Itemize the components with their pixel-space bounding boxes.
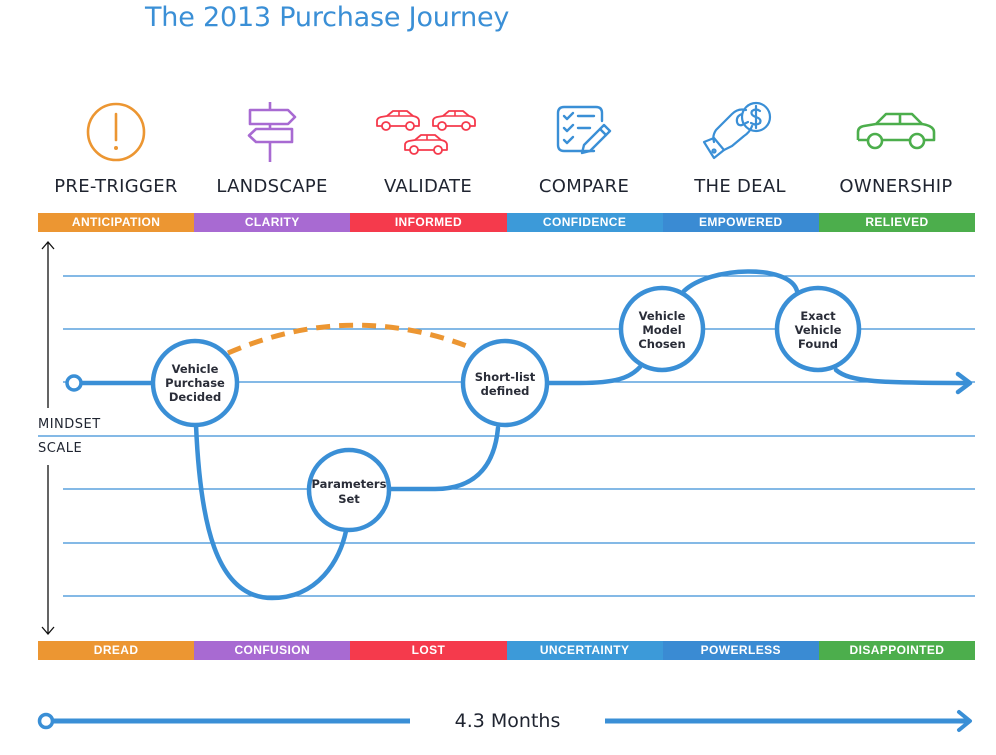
milestone-text: Parameters — [312, 477, 387, 491]
milestone-text: Set — [338, 492, 360, 506]
milestone-text: Vehicle — [639, 309, 686, 323]
milestone-text: Short-list — [475, 370, 536, 384]
mindset-axis — [41, 241, 55, 635]
milestone-text: Chosen — [638, 337, 685, 351]
milestone-text: Exact — [800, 309, 836, 323]
milestone-text: Model — [642, 323, 681, 337]
duration-label: 4.3 Months — [454, 710, 561, 732]
milestone-exact-vehicle-found: Exact Vehicle Found — [774, 285, 862, 373]
journey-start-icon — [65, 374, 83, 392]
milestone-text: Purchase — [165, 376, 225, 390]
timeline-start-icon — [37, 712, 55, 730]
milestone-text: Vehicle — [795, 323, 842, 337]
milestone-vehicle-model-chosen: Vehicle Model Chosen — [618, 285, 706, 373]
axis-label-scale: SCALE — [38, 441, 83, 456]
axis-label-mindset: MINDSET — [38, 417, 101, 432]
milestone-vehicle-purchase-decided: Vehicle Purchase Decided — [150, 338, 240, 428]
milestone-parameters-set: Parameters Set — [306, 447, 392, 533]
milestone-text: Found — [798, 337, 838, 351]
milestone-short-list-defined: Short-list defined — [460, 338, 550, 428]
journey-diagram: Vehicle Purchase Decided Parameters Set … — [37, 241, 975, 732]
milestone-text: Decided — [169, 390, 221, 404]
milestone-text: defined — [481, 384, 530, 398]
milestone-text: Vehicle — [172, 362, 219, 376]
